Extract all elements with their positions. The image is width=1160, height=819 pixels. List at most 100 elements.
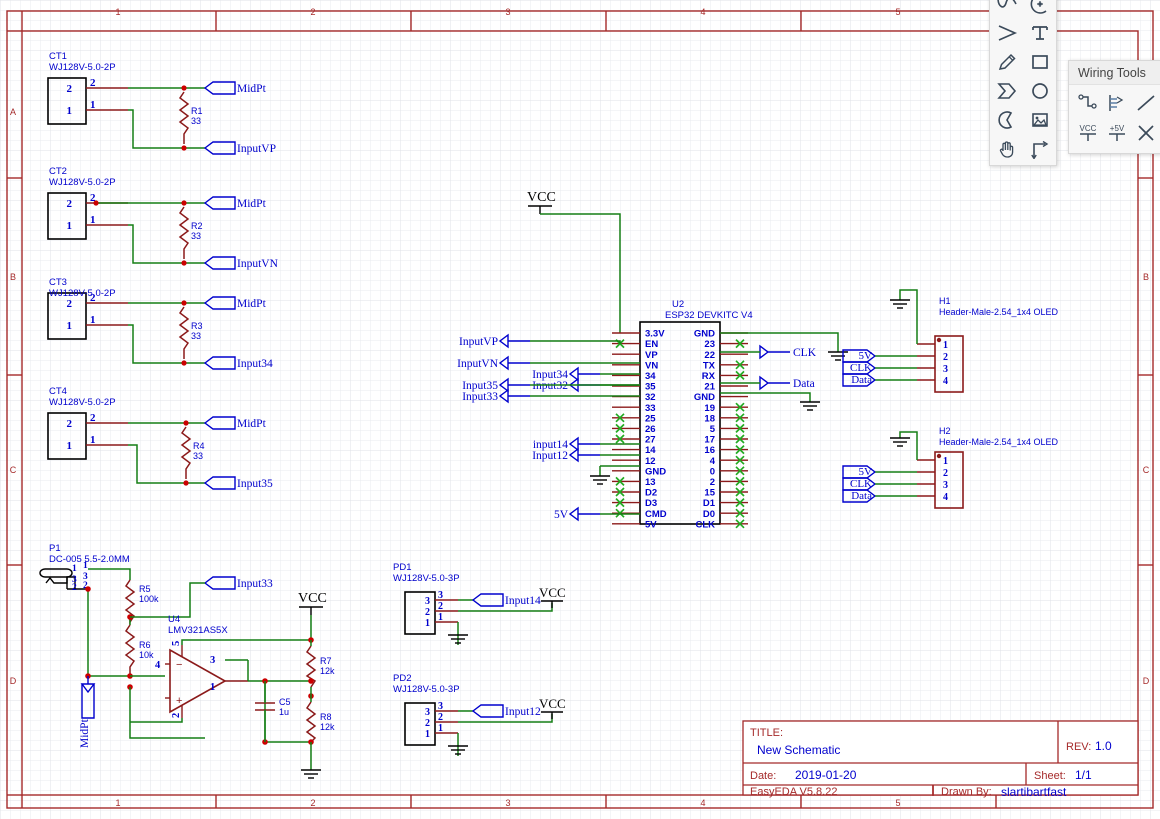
- title-label-text: TITLE:: [750, 727, 783, 739]
- sheet-label-text: Sheet:: [1034, 770, 1066, 782]
- plus5v-flag-icon[interactable]: +5V: [1102, 118, 1131, 148]
- svg-text:2: 2: [310, 7, 315, 17]
- svg-text:4: 4: [155, 660, 161, 671]
- svg-text:3: 3: [438, 590, 443, 601]
- pie-icon[interactable]: [990, 105, 1023, 134]
- esp-pin-label-right: 15: [704, 488, 715, 499]
- svg-text:33: 33: [191, 331, 201, 341]
- title-block[interactable]: TITLE: Date: EasyEDA V5.8.22 REV: Sheet:…: [743, 721, 1138, 799]
- esp-pin-label-right: 18: [704, 413, 715, 424]
- svg-text:5: 5: [895, 798, 900, 808]
- esp-pin-label-left: 32: [645, 392, 656, 403]
- esp-pin-label-left: 34: [645, 371, 656, 382]
- arrow-icon[interactable]: [990, 18, 1023, 47]
- rectangle-icon[interactable]: [1023, 47, 1056, 76]
- polygon-icon[interactable]: [990, 76, 1023, 105]
- svg-text:VCC: VCC: [1079, 124, 1096, 133]
- esp-pin-label-right: RX: [702, 371, 716, 382]
- hand-icon[interactable]: [990, 134, 1023, 163]
- svg-text:2: 2: [67, 83, 73, 95]
- rev-value-text: 1.0: [1095, 739, 1112, 753]
- svg-text:InputVN: InputVN: [457, 358, 499, 370]
- esp-pin-label-right: 19: [704, 403, 715, 414]
- svg-text:Input33: Input33: [237, 578, 273, 590]
- svg-text:U2: U2: [672, 299, 684, 310]
- no-connect-icon[interactable]: [1131, 118, 1160, 148]
- polyline-icon[interactable]: [1023, 134, 1056, 163]
- svg-text:MidPt: MidPt: [237, 198, 267, 210]
- esp-pin-label-right: 2: [710, 477, 715, 488]
- esp-pin-label-left: 33: [645, 403, 656, 414]
- bus-entry-icon[interactable]: [1102, 88, 1131, 118]
- arc-center-icon[interactable]: [1023, 0, 1056, 18]
- svg-text:1: 1: [115, 7, 120, 17]
- svg-text:5V: 5V: [554, 509, 569, 521]
- svg-text:CT4: CT4: [49, 386, 67, 397]
- svg-text:2: 2: [90, 77, 96, 89]
- svg-text:2: 2: [67, 198, 73, 210]
- esp-pin-label-left: 12: [645, 456, 656, 467]
- svg-text:2: 2: [438, 601, 443, 612]
- svg-text:3: 3: [210, 655, 215, 666]
- svg-text:C: C: [10, 465, 17, 475]
- svg-text:R1: R1: [191, 106, 203, 116]
- svg-text:P1: P1: [49, 543, 61, 554]
- svg-text:1: 1: [438, 723, 443, 734]
- svg-text:B: B: [10, 272, 16, 282]
- esp-pin-label-left: D3: [645, 498, 657, 509]
- svg-text:1: 1: [210, 682, 215, 693]
- svg-text:CT1: CT1: [49, 51, 67, 62]
- schematic-drawing: 12 34 5 12 34 5 AB CD BC D 2 1 2 1: [0, 0, 1160, 819]
- svg-text:3: 3: [425, 707, 430, 718]
- svg-text:4: 4: [700, 7, 705, 17]
- wire-icon[interactable]: [1073, 88, 1102, 118]
- svg-text:+5V: +5V: [1109, 124, 1124, 133]
- svg-text:1u: 1u: [279, 707, 289, 717]
- esp-pin-label-right: TX: [703, 360, 716, 371]
- vcc-flag-icon[interactable]: VCC: [1073, 118, 1102, 148]
- svg-text:U4: U4: [168, 614, 180, 625]
- svg-text:4: 4: [943, 492, 948, 503]
- svg-text:MidPt: MidPt: [237, 298, 267, 310]
- wiring-tools-panel[interactable]: Wiring Tools VCC +5V: [1068, 60, 1160, 154]
- svg-text:3: 3: [943, 364, 948, 375]
- svg-text:VCC: VCC: [298, 591, 327, 606]
- esp-pin-label-right: 21: [704, 382, 715, 393]
- svg-text:R4: R4: [193, 441, 205, 451]
- image-icon[interactable]: [1023, 105, 1056, 134]
- drawing-tools-palette[interactable]: [989, 0, 1057, 166]
- svg-text:3: 3: [943, 480, 948, 491]
- svg-text:InputVP: InputVP: [459, 336, 498, 348]
- esp-pin-label-left: 14: [645, 445, 656, 456]
- tool-version-text: EasyEDA V5.8.22: [750, 786, 837, 798]
- svg-text:MidPt: MidPt: [237, 83, 267, 95]
- svg-text:2: 2: [72, 583, 77, 593]
- wiring-tools-title: Wiring Tools: [1069, 61, 1160, 85]
- circle-icon[interactable]: [1023, 76, 1056, 105]
- svg-text:C5: C5: [279, 697, 291, 707]
- rev-label-text: REV:: [1066, 741, 1091, 753]
- svg-text:Input12: Input12: [532, 450, 568, 462]
- spline-icon[interactable]: [990, 0, 1023, 18]
- svg-text:Input12: Input12: [505, 706, 541, 718]
- svg-text:1: 1: [67, 105, 73, 117]
- svg-text:−: −: [176, 659, 182, 671]
- esp-pin-label-right: 23: [704, 339, 715, 350]
- svg-text:4: 4: [943, 376, 948, 387]
- pencil-icon[interactable]: [990, 47, 1023, 76]
- svg-text:5V: 5V: [859, 466, 873, 478]
- svg-text:3: 3: [438, 701, 443, 712]
- svg-text:3: 3: [505, 798, 510, 808]
- sheet-value-text: 1/1: [1075, 768, 1092, 782]
- esp-pin-label-left: 26: [645, 424, 656, 435]
- svg-text:3: 3: [505, 7, 510, 17]
- text-icon[interactable]: [1023, 18, 1056, 47]
- svg-text:CLK: CLK: [850, 362, 872, 374]
- schematic-canvas[interactable]: 12 34 5 12 34 5 AB CD BC D 2 1 2 1: [0, 0, 1160, 819]
- svg-text:1: 1: [83, 561, 88, 571]
- line-icon[interactable]: [1131, 88, 1160, 118]
- svg-text:1: 1: [90, 214, 96, 226]
- esp-pin-label-right: GND: [694, 329, 715, 340]
- svg-text:Input14: Input14: [505, 595, 541, 607]
- esp-pin-label-left: GND: [645, 466, 666, 477]
